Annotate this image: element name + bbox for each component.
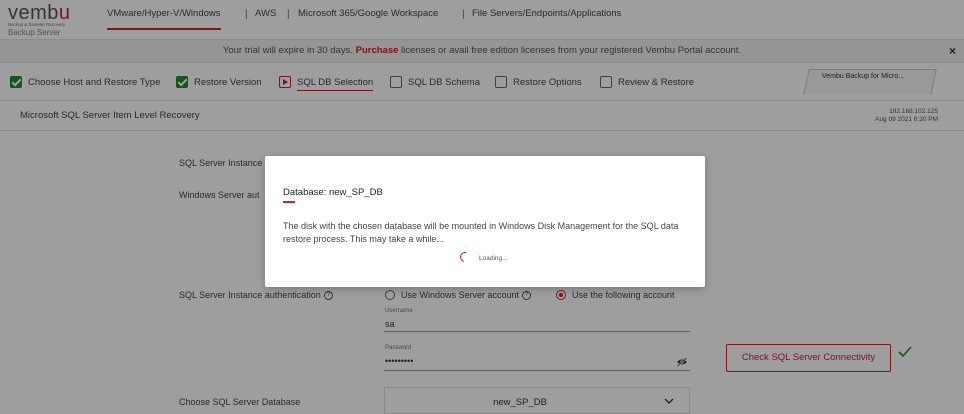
- loading-text: Loading...: [479, 255, 508, 262]
- dialog-message: The disk with the chosen database will b…: [283, 221, 679, 244]
- spinner-icon: [458, 250, 472, 264]
- dialog-title: Database: new_SP_DB: [283, 187, 383, 198]
- loading-dialog: Database: new_SP_DB The disk with the ch…: [265, 156, 705, 287]
- dialog-title-accent: [283, 201, 295, 203]
